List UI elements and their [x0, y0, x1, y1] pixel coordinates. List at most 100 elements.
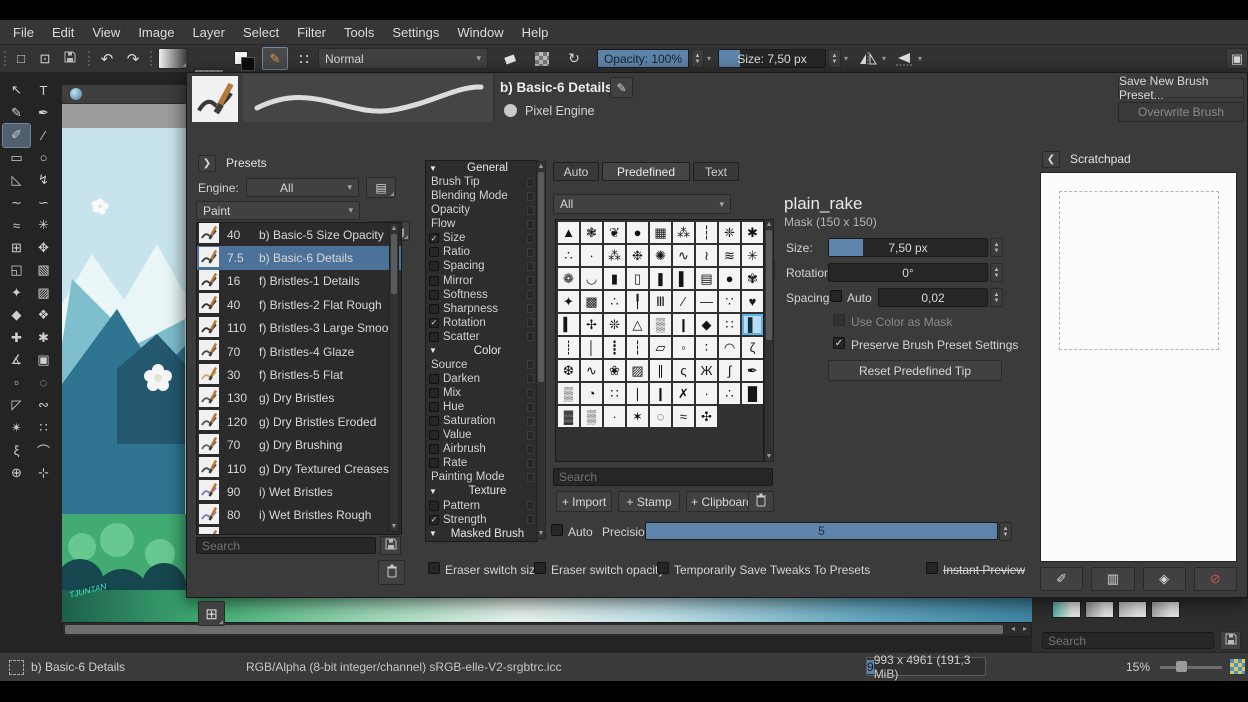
brush-tip-cell[interactable]: ∶ [696, 337, 717, 358]
scroll-up-icon[interactable]: ▲ [390, 225, 398, 232]
brush-tip-cell[interactable]: ✾ [742, 268, 763, 289]
engine-radio[interactable] [504, 104, 517, 117]
brush-tip-cell[interactable]: ∥ [650, 360, 671, 381]
contiguous-select-tool[interactable]: ✴ [3, 417, 30, 440]
brush-tip-cell[interactable]: ∷ [719, 314, 740, 335]
colorize-mask-tool[interactable]: ❖ [30, 304, 57, 327]
scroll-down-icon[interactable]: ▼ [765, 453, 773, 460]
tab-auto[interactable]: Auto [553, 162, 599, 181]
scrollbar-thumb[interactable] [538, 172, 544, 382]
scratchpad-canvas[interactable] [1040, 172, 1237, 562]
option-mirror[interactable]: Mirror [426, 274, 537, 288]
brush-tip-cell[interactable]: ≀ [696, 245, 717, 266]
docker-save-button[interactable] [1220, 631, 1241, 650]
lock-icon[interactable] [527, 304, 534, 313]
scroll-down-icon[interactable]: ▼ [537, 530, 545, 537]
lock-icon[interactable] [527, 515, 534, 524]
brush-tip-cell[interactable]: ▌ [742, 314, 763, 335]
preset-row[interactable]: 7.5b) Basic-6 Details [197, 246, 401, 269]
mirror-horizontal-button[interactable] [856, 48, 880, 69]
rectangle-tool[interactable]: ▭ [3, 147, 30, 170]
brush-tip-cell[interactable]: ≈ [673, 406, 694, 427]
options-scrollbar[interactable]: ▲ ▼ [536, 161, 546, 539]
bezier-curve-tool[interactable]: ∼ [3, 192, 30, 215]
option-value[interactable]: Value [426, 428, 537, 442]
tip-tag-filter-dropdown[interactable]: All▾ [553, 194, 731, 214]
option-painting-mode[interactable]: Painting Mode [426, 470, 537, 484]
option-size[interactable]: Size [426, 231, 537, 245]
option-checkbox[interactable] [429, 276, 439, 286]
brush-tip-cell[interactable]: ▩ [581, 291, 602, 312]
brush-tip-cell[interactable]: Ж [696, 360, 717, 381]
brush-tip-cell[interactable]: ❦ [604, 222, 625, 243]
option-checkbox[interactable] [429, 501, 439, 511]
option-checkbox[interactable] [429, 261, 439, 271]
import-tip-button[interactable]: + Import [556, 491, 612, 512]
brush-tip-cell[interactable]: ▌ [673, 268, 694, 289]
brush-tip-cell[interactable]: ― [696, 291, 717, 312]
crop-tool[interactable]: ◱ [3, 259, 30, 282]
precision-slider[interactable]: 5 [645, 522, 998, 540]
lock-icon[interactable] [527, 318, 534, 327]
brush-tip-cell[interactable]: ✢ [581, 314, 602, 335]
option-ratio[interactable]: Ratio [426, 245, 537, 259]
brush-tip-cell[interactable]: ∷ [604, 383, 625, 404]
brush-tip-cell[interactable]: ◌ [650, 406, 671, 427]
option-checkbox[interactable] [429, 402, 439, 412]
brush-tip-cell[interactable]: ┊ [558, 337, 579, 358]
gradient-tool[interactable]: ▧ [30, 259, 57, 282]
canvas-size-icon[interactable] [1230, 659, 1245, 674]
brush-tip-cell[interactable]: │ [581, 337, 602, 358]
brush-tip-cell[interactable]: ▒ [650, 314, 671, 335]
option-checkbox[interactable] [429, 444, 439, 454]
freehand-path-tool[interactable]: ∽ [30, 192, 57, 215]
brush-tip-cell[interactable]: ∙ [604, 406, 625, 427]
option-section-texture[interactable]: ▼Texture [426, 484, 537, 498]
lock-icon[interactable] [527, 431, 534, 440]
preset-row[interactable]: 40f) Bristles-2 Flat Rough [197, 293, 401, 316]
lock-icon[interactable] [527, 192, 534, 201]
reset-predefined-tip-button[interactable]: Reset Predefined Tip [828, 360, 1002, 381]
brush-tip-cell[interactable]: ❘ [627, 383, 648, 404]
preset-search-save-button[interactable] [380, 536, 401, 555]
reload-preset-button[interactable]: ↻ [561, 48, 587, 69]
brush-tip-cell[interactable]: Ⅲ [650, 291, 671, 312]
zoom-tool[interactable]: ⊕ [3, 462, 30, 485]
scratchpad-fill-button[interactable]: ◈ [1143, 567, 1186, 591]
scrollbar-thumb[interactable] [391, 234, 397, 294]
tab-text[interactable]: Text [693, 162, 739, 181]
preset-row[interactable]: 110f) Bristles-3 Large Smooth [197, 317, 401, 340]
preset-view-mode-button[interactable]: ▤ [366, 177, 396, 198]
brush-tip-cell[interactable]: ▤ [696, 268, 717, 289]
option-source[interactable]: Source [426, 358, 537, 372]
lock-icon[interactable] [527, 248, 534, 257]
brush-tip-cell[interactable]: ▮ [604, 268, 625, 289]
option-airbrush[interactable]: Airbrush [426, 442, 537, 456]
mirror-horizontal-arrow[interactable]: ▾ [882, 54, 886, 63]
eraser-switch-size-checkbox[interactable] [428, 562, 440, 574]
brush-tip-cell[interactable]: ❙ [650, 383, 671, 404]
option-brush-tip[interactable]: Brush Tip [426, 175, 537, 189]
option-spacing[interactable]: Spacing [426, 259, 537, 273]
size-options-arrow[interactable]: ▾ [844, 54, 848, 63]
precision-auto-checkbox[interactable] [551, 524, 563, 536]
option-rotation[interactable]: Rotation [426, 316, 537, 330]
gradient-chooser[interactable] [158, 48, 188, 69]
brush-tip-cell[interactable]: ∿ [581, 360, 602, 381]
option-saturation[interactable]: Saturation [426, 414, 537, 428]
brush-tip-cell[interactable]: ╿ [627, 291, 648, 312]
brush-tip-cell[interactable]: ς [673, 360, 694, 381]
preset-row[interactable]: 30f) Bristles-5 Flat [197, 363, 401, 386]
brush-tip-cell[interactable]: ❈ [719, 222, 740, 243]
preset-row[interactable]: 40b) Basic-5 Size Opacity [197, 223, 401, 246]
option-checkbox[interactable] [429, 515, 439, 525]
brush-tip-cell[interactable]: ∴ [558, 245, 579, 266]
option-checkbox[interactable] [429, 318, 439, 328]
option-checkbox[interactable] [429, 332, 439, 342]
brush-tip-cell[interactable]: ✣ [696, 406, 717, 427]
lock-icon[interactable] [527, 403, 534, 412]
brush-tip-cell[interactable]: ❙ [673, 314, 694, 335]
preset-row[interactable]: 110g) Dry Textured Creases [197, 457, 401, 480]
precision-spinner[interactable]: ▲▼ [999, 522, 1012, 541]
ellipse-tool[interactable]: ○ [30, 147, 57, 170]
